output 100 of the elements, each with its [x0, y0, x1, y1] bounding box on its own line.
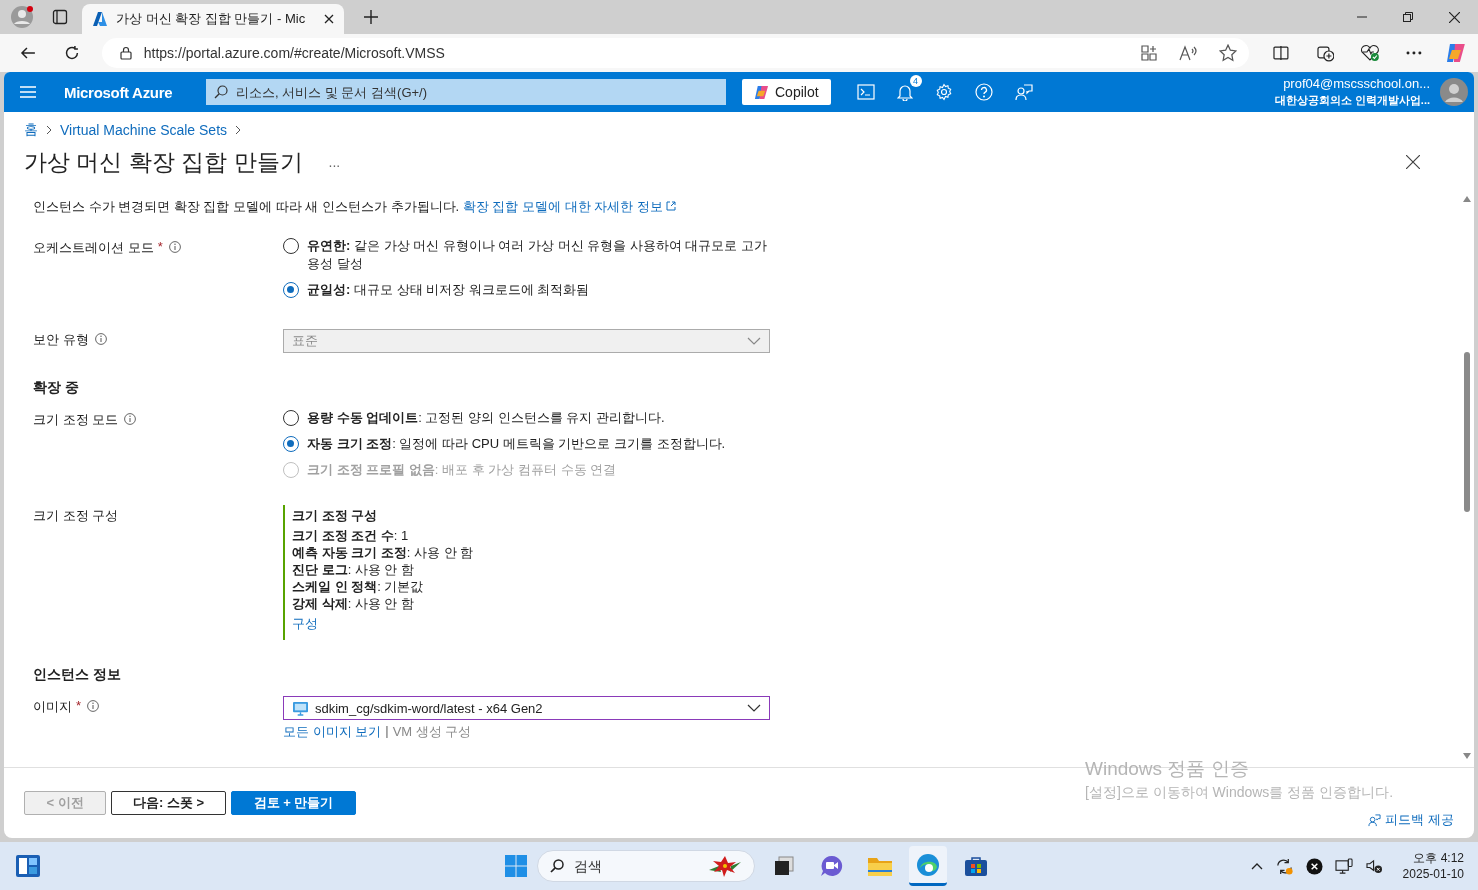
- browser-tab[interactable]: 가상 머신 확장 집합 만들기 - Mic: [82, 4, 344, 34]
- next-button[interactable]: 다음: 스폿 >: [111, 791, 226, 815]
- radio-button[interactable]: [283, 238, 299, 254]
- new-tab-icon[interactable]: [364, 10, 378, 24]
- account-directory[interactable]: 대한상공회의소 인력개발사업...: [1274, 92, 1430, 108]
- feedback-icon[interactable]: [1014, 83, 1033, 101]
- summary-line: 크기 조정 조건 수: 1: [292, 527, 410, 544]
- collections-icon[interactable]: [1316, 44, 1335, 62]
- address-bar[interactable]: https://portal.azure.com/#create/Microsoft.VMSS: [101, 38, 1249, 68]
- required-mark: *: [76, 698, 82, 713]
- summary-line: 진단 로그: 사용 안 함: [292, 561, 416, 578]
- menu-icon[interactable]: [20, 86, 36, 98]
- external-link-icon: [666, 201, 677, 211]
- vm-image-icon: [292, 700, 309, 716]
- profile-icon[interactable]: [10, 5, 34, 29]
- feedback-icon: [1368, 813, 1382, 827]
- restore-icon[interactable]: [1403, 12, 1413, 22]
- field-label: 이미지: [33, 698, 72, 716]
- muted-speaker-icon[interactable]: [1365, 858, 1383, 874]
- scrollbar-thumb[interactable]: [1464, 352, 1470, 512]
- chevron-right-icon: [46, 125, 52, 135]
- settings-icon[interactable]: [934, 83, 953, 101]
- folder-icon: [868, 856, 892, 876]
- option-label: 균일성: 대규모 상태 비저장 워크로드에 최적화됨: [307, 281, 590, 299]
- summary-line: 강제 삭제: 사용 안 함: [292, 595, 416, 612]
- option-label: 자동 크기 조정: 일정에 따라 CPU 메트릭을 기반으로 크기를 조정합니다.: [307, 435, 726, 453]
- close-icon[interactable]: [1406, 155, 1420, 169]
- cloud-shell-icon[interactable]: [856, 84, 875, 100]
- info-icon[interactable]: [87, 700, 100, 712]
- option-label: 용량 수동 업데이트: 고정된 양의 인스턴스를 유지 관리합니다.: [307, 409, 665, 427]
- close-icon[interactable]: [324, 14, 334, 24]
- heart-pulse-icon[interactable]: [1360, 44, 1381, 62]
- summary-line: 예측 자동 크기 조정: 사용 안 함: [292, 544, 475, 561]
- copilot-icon: [754, 84, 769, 100]
- taskbar-search-field[interactable]: 검색: [537, 850, 755, 882]
- info-icon[interactable]: [168, 241, 181, 253]
- error-icon[interactable]: [1305, 857, 1323, 875]
- clock-date[interactable]: 2025-01-10: [1402, 866, 1464, 882]
- dropdown[interactable]: sdkim_cg/sdkim-word/latest - x64 Gen2: [283, 696, 770, 720]
- activation-text: [설정]으로 이동하여 Windows를 정품 인증합니다.: [1085, 784, 1394, 802]
- section-heading: 확장 중: [33, 379, 80, 397]
- chevron-right-icon: [235, 125, 242, 135]
- more-button[interactable]: ...: [328, 154, 341, 170]
- summary-title: 크기 조정 구성: [292, 507, 379, 524]
- search-field[interactable]: 리소스, 서비스 및 문서 검색(G+/): [206, 79, 726, 105]
- chevron-down-icon: [747, 337, 761, 345]
- feedback-link[interactable]: 피드백 제공: [1368, 811, 1454, 829]
- back-icon[interactable]: [20, 45, 36, 61]
- network-icon[interactable]: [1334, 857, 1354, 875]
- account-email[interactable]: prof04@mscsschool.on...: [1283, 76, 1430, 92]
- radio-button[interactable]: [283, 436, 299, 452]
- brand-name[interactable]: Microsoft Azure: [64, 83, 206, 101]
- intro-text: 인스턴스 수가 변경되면 확장 집합 모델에 따라 새 인스턴스가 추가됩니다. 확장 집합 모델에 대한 자세한 정보: [33, 198, 763, 215]
- field-label: 보안 유형: [33, 331, 89, 349]
- avatar-icon[interactable]: [1440, 78, 1468, 106]
- required-mark: *: [157, 239, 163, 254]
- copilot-button[interactable]: Copilot: [742, 79, 831, 105]
- link[interactable]: 모든 이미지 보기: [283, 723, 382, 741]
- field-label: 크기 조정 모드: [33, 411, 119, 429]
- notification-badge: 4: [909, 75, 922, 87]
- section-heading: 인스턴스 정보: [33, 666, 122, 684]
- tab-actions-icon[interactable]: [52, 9, 68, 25]
- breadcrumb-link[interactable]: 홈: [24, 121, 38, 139]
- configure-link[interactable]: 구성: [292, 615, 318, 632]
- option-label: 유연한: 같은 가상 머신 유형이나 여러 가상 머신 유형을 사용하여 대규모로 고가용성 달성: [307, 237, 769, 273]
- task-view-icon: [773, 855, 795, 877]
- refresh-icon[interactable]: [63, 45, 80, 61]
- breadcrumb-link[interactable]: Virtual Machine Scale Sets: [60, 122, 228, 138]
- summary-line: 스케일 인 정책: 기본값: [292, 578, 425, 595]
- chevron-up-icon[interactable]: [1250, 862, 1263, 870]
- field-label: 오케스트레이션 모드: [33, 239, 154, 257]
- widgets-icon[interactable]: [16, 855, 40, 877]
- start-icon[interactable]: [505, 855, 527, 877]
- split-screen-icon[interactable]: [1272, 45, 1289, 61]
- video-chat-icon: [820, 855, 844, 877]
- star-icon[interactable]: [1218, 44, 1237, 62]
- close-icon[interactable]: [1449, 11, 1460, 23]
- scroll-down-icon[interactable]: [1463, 753, 1471, 759]
- scroll-up-icon[interactable]: [1463, 196, 1471, 202]
- search-icon: [550, 859, 564, 873]
- chevron-down-icon: [747, 704, 761, 712]
- taskbar-button[interactable]: [909, 846, 947, 886]
- activation-title: Windows 정품 인증: [1085, 757, 1250, 781]
- radio-button[interactable]: [283, 282, 299, 298]
- clock-time[interactable]: 오후 4:12: [1413, 850, 1464, 866]
- info-icon[interactable]: [124, 413, 137, 425]
- store-icon: [964, 855, 988, 877]
- read-aloud-icon[interactable]: [1178, 45, 1197, 61]
- radio-button[interactable]: [283, 410, 299, 426]
- more-icon[interactable]: [1406, 51, 1423, 55]
- search-icon: [214, 85, 228, 99]
- learn-more-link[interactable]: 확장 집합 모델에 대한 자세한 정보: [462, 199, 677, 214]
- review-create-button[interactable]: 검토 + 만들기: [231, 791, 356, 815]
- bell-icon[interactable]: [896, 83, 913, 101]
- copilot-icon[interactable]: [1444, 41, 1468, 65]
- help-icon[interactable]: [974, 83, 993, 101]
- sync-icon[interactable]: [1274, 856, 1294, 876]
- apps-icon[interactable]: [1140, 45, 1157, 61]
- separator: |: [385, 723, 389, 740]
- field-label: 크기 조정 구성: [33, 507, 119, 525]
